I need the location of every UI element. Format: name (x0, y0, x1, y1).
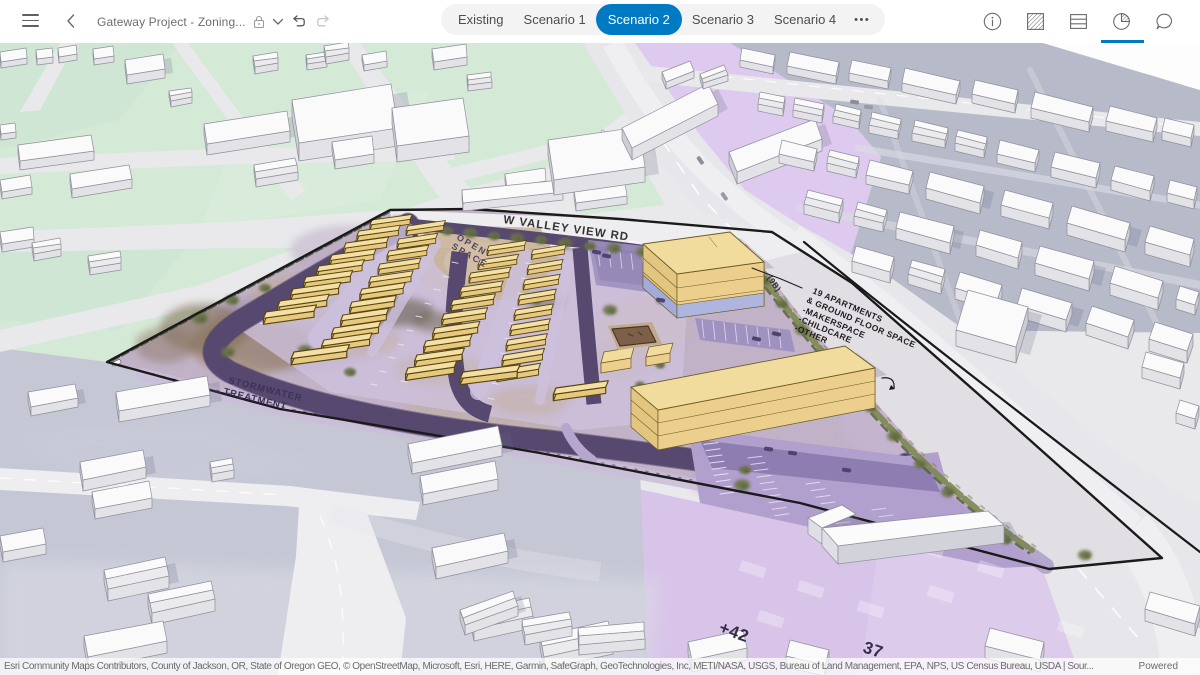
dashboard-pie-chart-icon[interactable] (1100, 0, 1143, 43)
active-tool-underline (1101, 40, 1144, 43)
top-toolbar: Gateway Project - Zoning... Existing Sce… (0, 0, 1200, 43)
tab-scenario-1[interactable]: Scenario 1 (514, 4, 596, 35)
project-title: Gateway Project - Zoning... (97, 14, 246, 29)
attribution-bar: Esri Community Maps Contributors, County… (0, 658, 1200, 675)
map-3d-scene[interactable]: W VALLEY VIEW RD OPEN SPACE STORMWATER T… (0, 43, 1200, 675)
redo-icon[interactable] (315, 15, 330, 28)
back-chevron-icon[interactable] (64, 12, 78, 30)
zoning-hatch-icon[interactable] (1014, 0, 1057, 43)
map-viewport[interactable]: W VALLEY VIEW RD OPEN SPACE STORMWATER T… (0, 43, 1200, 675)
toolbar-right-icons (971, 0, 1186, 43)
lock-icon (253, 15, 265, 29)
feedback-chat-icon[interactable] (1143, 0, 1186, 43)
attribution-sources: Esri Community Maps Contributors, County… (4, 661, 1094, 672)
table-rows-icon[interactable] (1057, 0, 1100, 43)
tab-scenario-3[interactable]: Scenario 3 (682, 4, 764, 35)
hamburger-menu-icon[interactable] (22, 14, 39, 27)
scenario-tabbar: Existing Scenario 1 Scenario 2 Scenario … (441, 4, 886, 35)
app-window: Gateway Project - Zoning... Existing Sce… (0, 0, 1200, 675)
info-icon[interactable] (971, 0, 1014, 43)
powered-by-label: Powered (1138, 661, 1178, 672)
tab-scenario-4[interactable]: Scenario 4 (764, 4, 846, 35)
undo-icon[interactable] (292, 15, 307, 28)
tab-scenario-2[interactable]: Scenario 2 (595, 4, 682, 35)
tab-existing[interactable]: Existing (448, 4, 514, 35)
tabs-overflow-ellipsis-icon[interactable]: ••• (846, 14, 878, 26)
title-dropdown-chevron-icon[interactable] (272, 18, 284, 26)
